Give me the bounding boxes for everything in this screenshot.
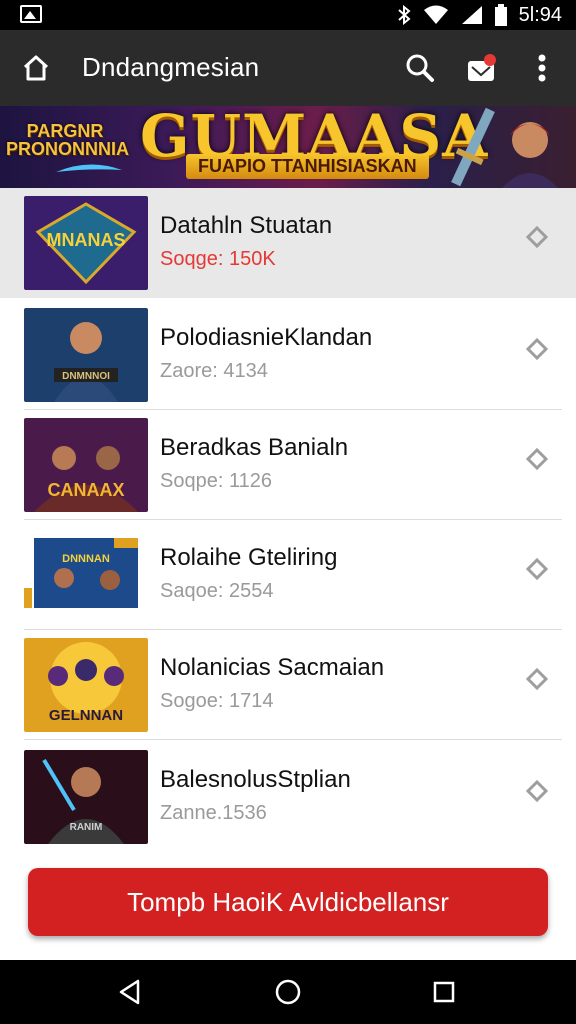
game-thumbnail: DNNNAN — [24, 532, 148, 626]
item-title: BalesnolusStplian — [160, 766, 351, 793]
banner-left-text: PARGNR PRONONNNIA — [6, 121, 130, 159]
diamond-icon[interactable] — [526, 668, 548, 690]
notification-icon[interactable] — [462, 48, 502, 88]
back-icon[interactable] — [114, 976, 146, 1008]
game-thumbnail: MNANAS — [24, 196, 148, 290]
blade-icon — [56, 164, 122, 172]
diamond-icon[interactable] — [526, 338, 548, 360]
banner-subtitle: FUAPIO TTANHISIASKAN — [186, 154, 429, 179]
item-title: Rolaihe Gteliring — [160, 544, 338, 571]
search-icon[interactable] — [400, 48, 440, 88]
game-thumbnail: CANAAX — [24, 418, 148, 512]
item-subtitle: Zaore: 4134 — [160, 360, 268, 382]
home-icon[interactable] — [16, 48, 56, 88]
game-list: MNANAS Datahln Stuatan Soqge: 150K DNMNN… — [0, 188, 576, 960]
primary-action-button[interactable]: Tompb HaoiK Avldicbellansr — [28, 868, 548, 936]
bluetooth-icon — [397, 5, 411, 25]
game-thumbnail: DNMNNOI — [24, 308, 148, 402]
item-title: Beradkas Banialn — [160, 434, 349, 461]
recents-icon[interactable] — [428, 976, 460, 1008]
status-bar: 5l:94 — [0, 0, 576, 30]
item-title: Nolanicias Sacmaian — [160, 654, 385, 681]
thumb-text: MNANAS — [47, 230, 126, 250]
thumb-text: DNNNAN — [62, 553, 110, 565]
list-item[interactable]: GELNNAN Nolanicias Sacmaian Sogoe: 1714 — [0, 630, 576, 740]
thumb-text: DNMNNOI — [62, 371, 110, 382]
hero-portrait — [502, 122, 558, 188]
item-subtitle: Saqoe: 2554 — [160, 580, 274, 602]
item-title: Datahln Stuatan — [160, 212, 333, 239]
gallery-icon — [20, 5, 42, 23]
game-thumbnail: GELNNAN — [24, 638, 148, 732]
list-item[interactable]: DNMNNOI PolodiasnieKlandan Zaore: 4134 — [0, 300, 576, 410]
item-subtitle: Zanne.1536 — [160, 802, 267, 824]
status-time: 5l:94 — [518, 3, 562, 26]
app-title: Dndangmesian — [82, 52, 260, 82]
wifi-icon — [423, 5, 448, 24]
item-subtitle: Sogoe: 1714 — [160, 690, 274, 712]
list-item[interactable]: DNNNAN Rolaihe Gteliring Saqoe: 2554 — [0, 520, 576, 630]
diamond-icon[interactable] — [526, 780, 548, 802]
thumb-text: CANAAX — [47, 480, 124, 500]
app-bar: Dndangmesian — [0, 30, 576, 106]
list-item[interactable]: CANAAX Beradkas Banialn Soqpe: 1126 — [0, 410, 576, 520]
diamond-icon[interactable] — [526, 558, 548, 580]
more-icon[interactable] — [522, 48, 562, 88]
list-item[interactable]: MNANAS Datahln Stuatan Soqge: 150K — [0, 188, 576, 298]
home-nav-icon[interactable] — [272, 976, 304, 1008]
item-subtitle: Soqge: 150K — [160, 248, 276, 270]
item-subtitle: Soqpe: 1126 — [160, 470, 272, 492]
battery-icon — [494, 4, 507, 26]
thumb-text: RANIM — [70, 822, 103, 833]
diamond-icon[interactable] — [526, 226, 548, 248]
status-icons: 5l:94 — [397, 3, 562, 27]
diamond-icon[interactable] — [526, 448, 548, 470]
list-item[interactable]: RANIM BalesnolusStplian Zanne.1536 — [0, 740, 576, 850]
thumb-text: GELNNAN — [49, 707, 123, 724]
signal-icon — [461, 6, 482, 24]
game-thumbnail: RANIM — [24, 750, 148, 844]
item-title: PolodiasnieKlandan — [160, 324, 373, 351]
system-nav-bar — [0, 960, 576, 1024]
promo-banner[interactable]: PARGNR PRONONNNIA GUMAASA FUAPIO TTANHIS… — [0, 106, 576, 188]
